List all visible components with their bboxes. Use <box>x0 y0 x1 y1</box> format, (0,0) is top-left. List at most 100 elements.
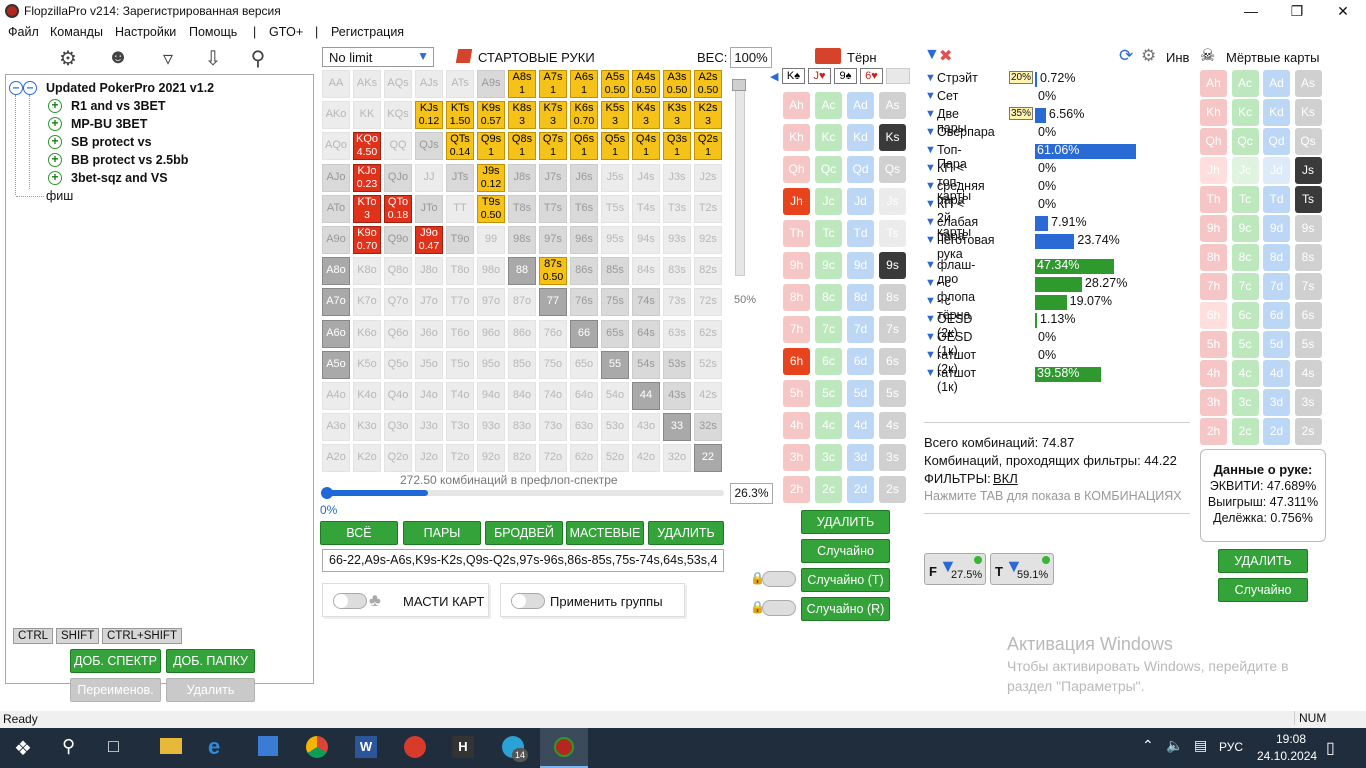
filter-icon[interactable]: ▼ <box>925 108 936 120</box>
hand-cell[interactable]: K2s 3 <box>694 101 722 130</box>
hand-cell[interactable]: 73o <box>539 413 567 442</box>
collapse-icon[interactable]: – <box>23 81 37 95</box>
turn-delete-button[interactable]: УДАЛИТЬ <box>801 510 890 534</box>
hand-cell[interactable]: J9s 0.12 <box>477 163 505 192</box>
dead-card[interactable]: 2h <box>1200 418 1227 445</box>
hand-cell[interactable]: 44 <box>632 382 660 410</box>
turn-card[interactable]: 8d <box>847 284 874 311</box>
turn-card[interactable]: Ks <box>879 124 906 151</box>
hand-cell[interactable]: T8s <box>508 194 536 223</box>
hand-cell[interactable]: 42s <box>694 382 722 410</box>
turn-card[interactable]: Ah <box>783 92 810 119</box>
board-card[interactable]: 9♠ <box>834 68 857 84</box>
hand-cell[interactable]: 94o <box>477 382 505 410</box>
hand-cell[interactable]: 52o <box>601 444 629 473</box>
hand-cell[interactable]: Q2s 1 <box>694 132 722 161</box>
menu-settings[interactable]: Настройки <box>115 25 176 39</box>
turn-card[interactable]: Kh <box>783 124 810 151</box>
dead-card[interactable]: 7d <box>1263 273 1290 300</box>
hand-cell[interactable]: 87s 0.50 <box>539 257 567 286</box>
filter-icon[interactable]: ▼ <box>925 259 936 271</box>
hand-cell[interactable]: Q6s 1 <box>570 132 598 161</box>
filter-icon[interactable]: ▼ <box>925 198 936 210</box>
tree-item[interactable]: MP-BU 3BET <box>71 117 147 131</box>
hand-cell[interactable]: A9o <box>322 226 350 254</box>
turn-card[interactable]: 9d <box>847 252 874 279</box>
import-icon[interactable]: ⇩ <box>200 46 226 72</box>
range-progress-handle[interactable] <box>321 487 333 499</box>
dead-card[interactable]: Ah <box>1200 70 1227 97</box>
hand-cell[interactable]: QTs 0.14 <box>446 132 474 161</box>
inv-label[interactable]: Инв <box>1166 50 1189 65</box>
hand-cell[interactable]: 43s <box>663 382 691 410</box>
game-type-select[interactable]: No limit ▼ <box>322 47 434 67</box>
hand-cell[interactable]: 62s <box>694 319 722 348</box>
broadway-button[interactable]: БРОДВЕЙ <box>485 521 563 545</box>
hand-cell[interactable]: 82s <box>694 257 722 286</box>
pairs-button[interactable]: ПАРЫ <box>403 521 481 545</box>
dead-card[interactable]: 8h <box>1200 244 1227 271</box>
hand-cell[interactable]: 77 <box>539 288 567 317</box>
hand-cell[interactable]: J5s <box>601 163 629 192</box>
hand-cell[interactable]: ATs <box>446 70 474 98</box>
dead-card[interactable]: 2c <box>1231 418 1259 445</box>
network-icon[interactable]: ▤ <box>1194 737 1207 754</box>
hand-cell[interactable]: 92o <box>477 444 505 473</box>
hand-cell[interactable]: K9o 0.70 <box>353 226 381 254</box>
turn-card[interactable]: 2s <box>879 476 906 503</box>
edge-icon[interactable]: e <box>208 734 220 760</box>
suits-toggle[interactable] <box>333 593 367 609</box>
dead-card[interactable]: 7c <box>1231 273 1259 300</box>
board-card[interactable]: K♠ <box>782 68 805 84</box>
turn-card[interactable]: 3c <box>815 444 842 471</box>
hand-cell[interactable]: T8o <box>446 257 474 286</box>
dead-delete-button[interactable]: УДАЛИТЬ <box>1218 549 1308 573</box>
hand-cell[interactable]: QJo <box>384 163 412 192</box>
filter-icon[interactable]: ▼ <box>925 180 936 192</box>
turn-card[interactable]: 8c <box>815 284 842 311</box>
language-indicator[interactable]: РУС <box>1219 740 1243 754</box>
expand-icon[interactable]: + <box>48 135 62 149</box>
menu-file[interactable]: Файл <box>8 25 39 39</box>
tab-ctrl[interactable]: CTRL <box>13 628 54 644</box>
turn-card[interactable]: 8h <box>783 284 810 311</box>
hand-cell[interactable]: 65s <box>601 319 629 348</box>
hand-cell[interactable]: AQo <box>322 132 350 161</box>
hand-cell[interactable]: 65o <box>570 350 598 379</box>
hand-cell[interactable]: J4o <box>415 382 443 410</box>
hand-cell[interactable]: 64o <box>570 382 598 410</box>
hand-cell[interactable]: T4o <box>446 382 474 410</box>
groups-toggle[interactable] <box>511 593 545 609</box>
hand-cell[interactable]: A5s 0.50 <box>601 70 629 98</box>
dead-card[interactable]: 3d <box>1263 389 1290 416</box>
store-icon[interactable] <box>258 736 278 756</box>
hand-cell[interactable]: A7s 1 <box>539 70 567 98</box>
dead-card[interactable]: 9h <box>1200 215 1227 242</box>
hand-cell[interactable]: JTo <box>415 194 443 223</box>
app-icon[interactable] <box>404 736 426 758</box>
hand-cell[interactable]: 43o <box>632 413 660 442</box>
turn-card[interactable]: 4d <box>847 412 874 439</box>
hand-cell[interactable]: T6s <box>570 194 598 223</box>
hand-cell[interactable]: K5o <box>353 350 381 379</box>
filter-icon[interactable]: ▼ <box>925 162 936 174</box>
clear-range-button[interactable]: УДАЛИТЬ <box>648 521 724 545</box>
hand-cell[interactable]: T9s 0.50 <box>477 194 505 223</box>
dead-card[interactable]: Ts <box>1294 186 1322 213</box>
turn-card[interactable]: Kc <box>815 124 842 151</box>
turn-card[interactable]: 3s <box>879 444 906 471</box>
hand-cell[interactable]: A6s 1 <box>570 70 598 98</box>
expand-icon[interactable]: + <box>48 153 62 167</box>
hand-cell[interactable]: 72s <box>694 288 722 317</box>
dead-card[interactable]: 5c <box>1231 331 1259 358</box>
tab-ctrl-shift[interactable]: CTRL+SHIFT <box>102 628 182 644</box>
hand-cell[interactable]: 85s <box>601 257 629 286</box>
hand-cell[interactable]: 95s <box>601 226 629 254</box>
task-view-icon[interactable]: □ <box>108 736 119 757</box>
dead-card[interactable]: 2d <box>1263 418 1290 445</box>
turn-card[interactable]: 7c <box>815 316 842 343</box>
turn-card[interactable]: 6h <box>783 348 810 375</box>
hand-cell[interactable]: Q6o <box>384 319 412 348</box>
hand-cell[interactable]: T4s <box>632 194 660 223</box>
hand-cell[interactable]: 94s <box>632 226 660 254</box>
